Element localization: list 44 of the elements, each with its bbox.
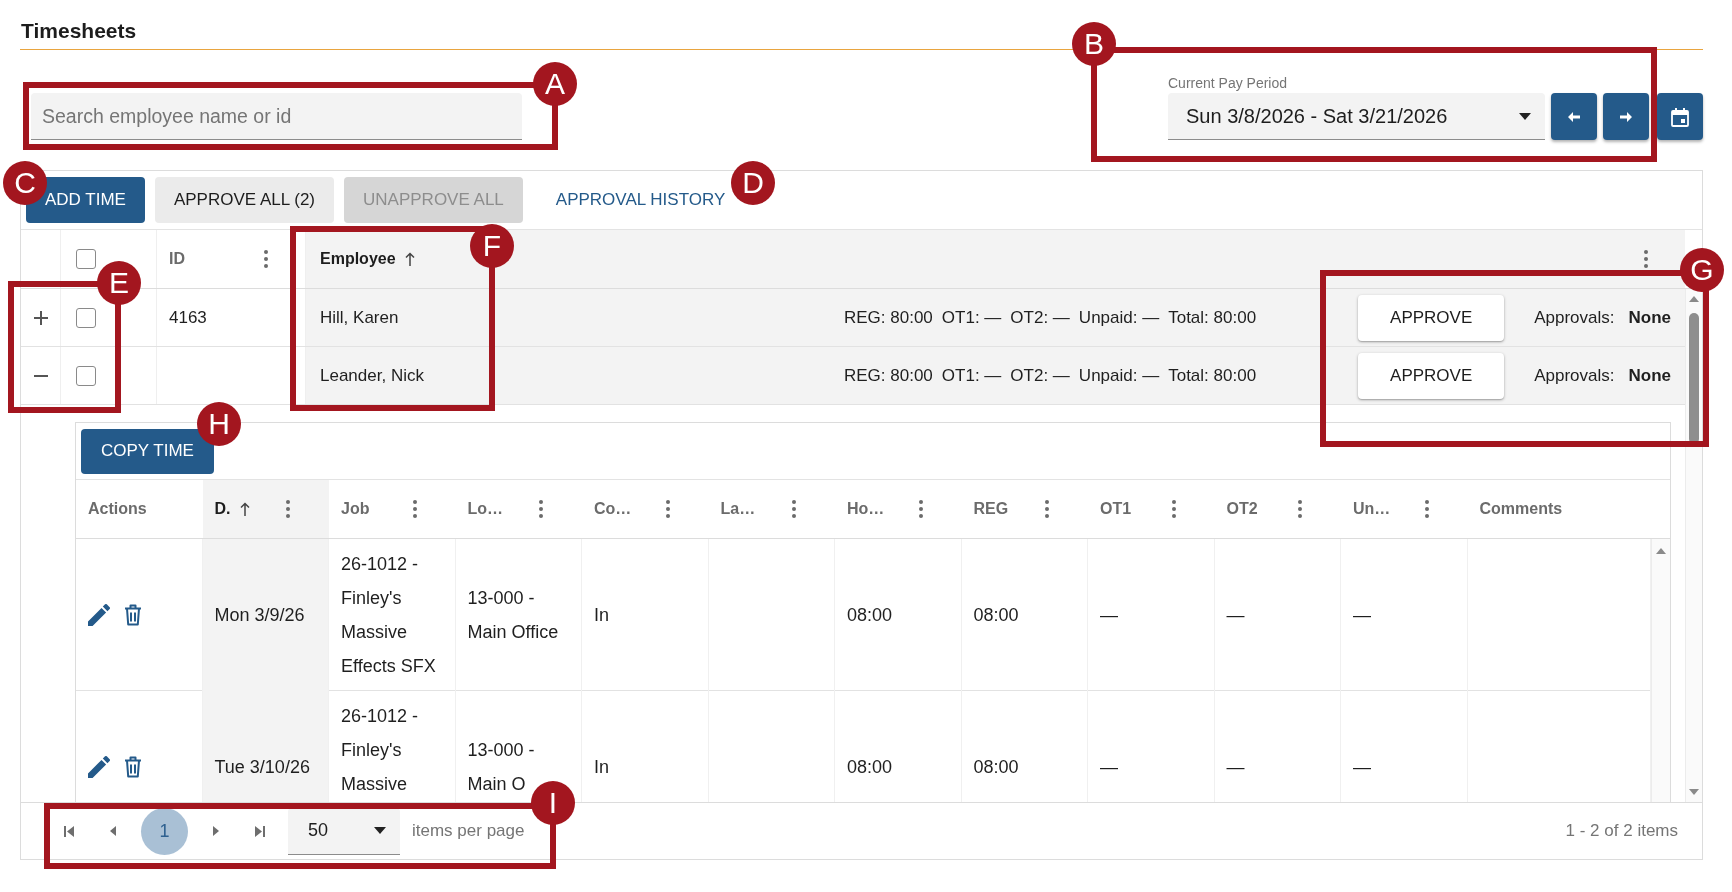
hours-summary: OT2: — (1010, 365, 1070, 386)
table-cell-text: — (1100, 755, 1118, 779)
table-cell-text: 08:00 (973, 604, 1019, 627)
callout-marker: E (97, 261, 141, 305)
table-cell-text: In (594, 604, 609, 627)
callout-marker: I (531, 781, 575, 825)
employee-id: 4163 (169, 307, 207, 328)
page-size-label: items per page (412, 821, 525, 841)
pager-info: 1 - 2 of 2 items (1565, 821, 1678, 841)
table-cell-text: — (1100, 604, 1118, 627)
hours-summary: Unpaid: — (1078, 307, 1160, 328)
table-cell-text: — (1353, 755, 1371, 779)
approvals-label: Approvals: (1534, 365, 1615, 386)
approvals-label: Approvals: (1534, 307, 1615, 328)
table-cell-text: 13-000 - Main Office (467, 587, 560, 644)
page-title: Timesheets (21, 18, 137, 44)
pay-period-label: Current Pay Period (1168, 75, 1288, 91)
table-cell-text: — (1226, 755, 1245, 779)
table-cell-text: — (1353, 604, 1371, 627)
table-cell-text: — (1226, 604, 1245, 627)
approvals-value: None (1628, 307, 1671, 328)
table-cell-text: 26-1012 - Finley's Massive Effects SFX (341, 553, 437, 678)
approvals-value: None (1628, 365, 1671, 386)
callout-marker: G (1680, 248, 1724, 292)
callout-marker: B (1072, 22, 1116, 66)
table-cell-text: 08:00 (973, 755, 1019, 779)
hours-summary: Total: 80:00 (1168, 365, 1257, 386)
hours-summary: OT2: — (1010, 307, 1070, 328)
table-cell-text: In (594, 755, 609, 779)
table-cell-text: 08:00 (847, 604, 893, 627)
table-cell-text: 08:00 (847, 755, 893, 779)
hours-summary: OT1: — (941, 365, 1002, 386)
employee-name: Leander, Nick (320, 365, 425, 386)
hours-summary: REG: 80:00 (844, 365, 933, 386)
hours-summary: OT1: — (941, 307, 1002, 328)
table-cell-text: Mon 3/9/26 (214, 604, 305, 627)
callout-marker: D (731, 161, 775, 205)
table-cell-text: Tue 3/10/26 (214, 755, 310, 779)
employee-name: Hill, Karen (320, 307, 400, 328)
table-cell-text: 26-1012 - Finley's Massive (341, 705, 420, 796)
callout-marker: A (533, 62, 577, 106)
hours-summary: Unpaid: — (1078, 365, 1160, 386)
hours-summary: Total: 80:00 (1168, 307, 1257, 328)
hours-summary: REG: 80:00 (844, 307, 933, 328)
